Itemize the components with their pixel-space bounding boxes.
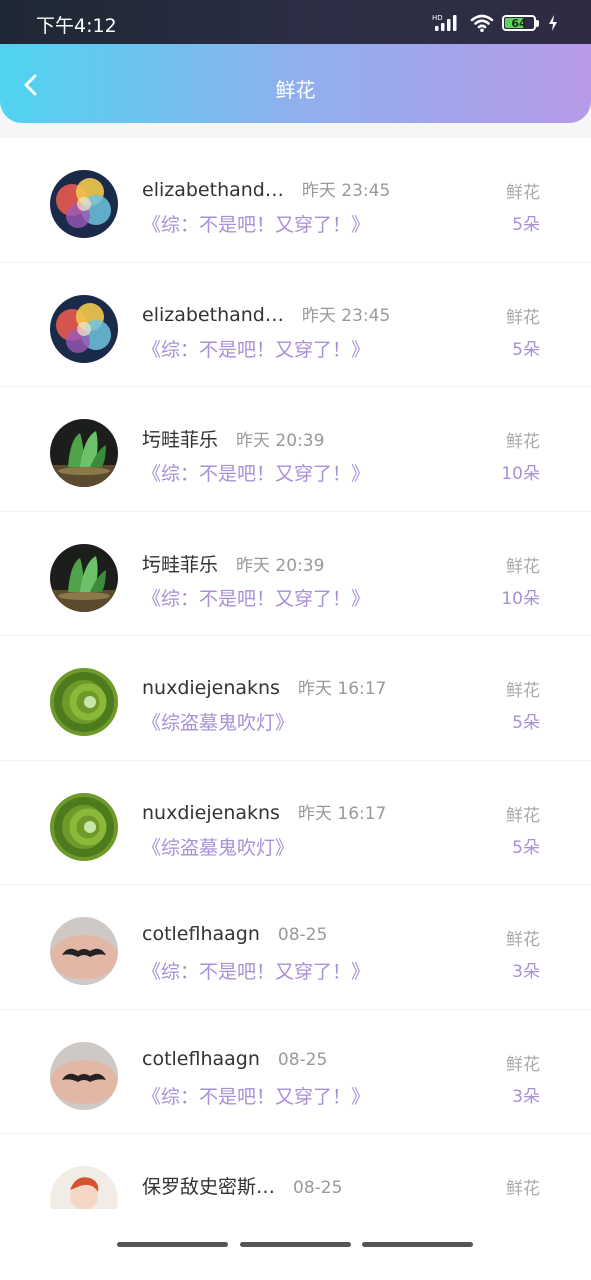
gift-count: 5朵 <box>512 713 540 733</box>
user-name: elizabethand… 昨天 23:45 <box>142 179 391 201</box>
hd-label: HD <box>432 14 443 22</box>
gift-type: 鲜花 <box>506 307 540 328</box>
gift-type: 鲜花 <box>506 556 540 577</box>
page-title: 鲜花 <box>275 78 316 102</box>
nav-bar-center[interactable] <box>240 1242 351 1247</box>
avatar[interactable] <box>50 1041 118 1110</box>
list-item[interactable]: elizabethand… 昨天 23:45 《综：不是吧！又穿了！》 鲜花 5朵 <box>0 263 591 387</box>
book-title[interactable]: 《综：不是吧！又穿了！》 <box>142 957 370 984</box>
gift-count: 5朵 <box>512 339 540 360</box>
gift-type: 鲜花 <box>506 681 540 701</box>
send-time: 昨天 23:45 <box>301 305 391 326</box>
wifi-icon <box>470 14 494 33</box>
list-item[interactable]: cotleflhaagn 08-25 《综：不是吧！又穿了！》 鲜花 3朵 <box>0 885 591 1010</box>
avatar[interactable] <box>50 294 118 363</box>
user-name: nuxdiejenakns 昨天 16:17 <box>142 677 387 699</box>
charging-icon <box>549 15 557 31</box>
book-title[interactable]: 《综：不是吧！又穿了！》 <box>142 459 370 486</box>
list-item[interactable]: nuxdiejenakns 昨天 16:17 《综盗墓鬼吹灯》 鲜花 5朵 <box>0 761 591 885</box>
avatar[interactable] <box>50 668 118 736</box>
status-icons: HD 64 <box>432 12 559 34</box>
gift-count: 5朵 <box>512 215 540 235</box>
book-title[interactable]: 《综：不是吧！又穿了！》 <box>142 584 370 611</box>
header-bar: 鲜花 <box>0 44 591 123</box>
send-time: 昨天 23:45 <box>301 181 391 201</box>
send-time: 08-25 <box>293 1178 343 1198</box>
user-name: cotleflhaagn 08-25 <box>142 1047 328 1070</box>
flower-record-list[interactable]: elizabethand… 昨天 23:45 《综：不是吧！又穿了！》 鲜花 5朵… <box>0 138 591 1209</box>
list-item[interactable]: 圬畦菲乐 昨天 20:39 《综：不是吧！又穿了！》 鲜花 10朵 <box>0 512 591 636</box>
list-item[interactable]: 圬畦菲乐 昨天 20:39 《综：不是吧！又穿了！》 鲜花 10朵 <box>0 387 591 512</box>
gift-type: 鲜花 <box>506 1054 540 1075</box>
send-time: 08-25 <box>277 1049 328 1070</box>
book-title[interactable]: 《综盗墓鬼吹灯》 <box>142 833 294 860</box>
send-time: 昨天 20:39 <box>236 431 325 451</box>
status-bar: 下午4:12 HD 64 <box>0 0 591 44</box>
list-item[interactable]: cotleflhaagn 08-25 《综：不是吧！又穿了！》 鲜花 3朵 <box>0 1010 591 1134</box>
avatar[interactable] <box>50 543 118 612</box>
navigation-bar <box>0 1209 591 1280</box>
gift-count: 10朵 <box>501 588 540 609</box>
user-name: 圬畦菲乐 昨天 20:39 <box>142 429 325 451</box>
battery-icon: 64 <box>502 15 539 31</box>
book-title[interactable]: 《综：不是吧！又穿了！》 <box>142 1082 370 1109</box>
avatar[interactable] <box>50 792 118 861</box>
gift-type: 鲜花 <box>506 183 540 203</box>
nav-bar-right[interactable] <box>362 1242 473 1247</box>
user-name: elizabethand… 昨天 23:45 <box>142 303 391 326</box>
status-time: 下午4:12 <box>36 15 117 37</box>
gift-type: 鲜花 <box>506 1179 540 1199</box>
gift-count: 3朵 <box>512 962 540 982</box>
gift-count: 3朵 <box>512 1086 540 1107</box>
battery-level: 64 <box>511 16 527 30</box>
book-title[interactable]: 《综盗墓鬼吹灯》 <box>142 708 294 735</box>
gift-count: 5朵 <box>512 837 540 858</box>
list-item[interactable]: nuxdiejenakns 昨天 16:17 《综盗墓鬼吹灯》 鲜花 5朵 <box>0 636 591 761</box>
gift-type: 鲜花 <box>506 432 540 452</box>
avatar[interactable] <box>50 1166 118 1209</box>
send-time: 08-25 <box>277 925 328 945</box>
user-name: 圬畦菲乐 昨天 20:39 <box>142 553 325 576</box>
user-name: 保罗敌史密斯… 08-25 <box>142 1176 343 1198</box>
nav-bar-left[interactable] <box>117 1242 228 1247</box>
gift-type: 鲜花 <box>506 930 540 950</box>
avatar[interactable] <box>50 917 118 985</box>
avatar[interactable] <box>50 419 118 487</box>
user-name: cotleflhaagn 08-25 <box>142 923 328 945</box>
send-time: 昨天 20:39 <box>236 555 325 576</box>
send-time: 昨天 16:17 <box>297 803 387 824</box>
book-title[interactable]: 《综：不是吧！又穿了！》 <box>142 335 370 362</box>
send-time: 昨天 16:17 <box>297 679 387 699</box>
user-name: nuxdiejenakns 昨天 16:17 <box>142 801 387 824</box>
gift-count: 10朵 <box>501 464 540 484</box>
signal-icon: HD <box>432 14 457 31</box>
list-item[interactable]: elizabethand… 昨天 23:45 《综：不是吧！又穿了！》 鲜花 5朵 <box>0 138 591 263</box>
gift-type: 鲜花 <box>506 805 540 826</box>
book-title[interactable]: 《综：不是吧！又穿了！》 <box>142 210 370 237</box>
avatar[interactable] <box>50 170 118 238</box>
list-item[interactable]: 保罗敌史密斯… 08-25 鲜花 <box>0 1134 591 1209</box>
